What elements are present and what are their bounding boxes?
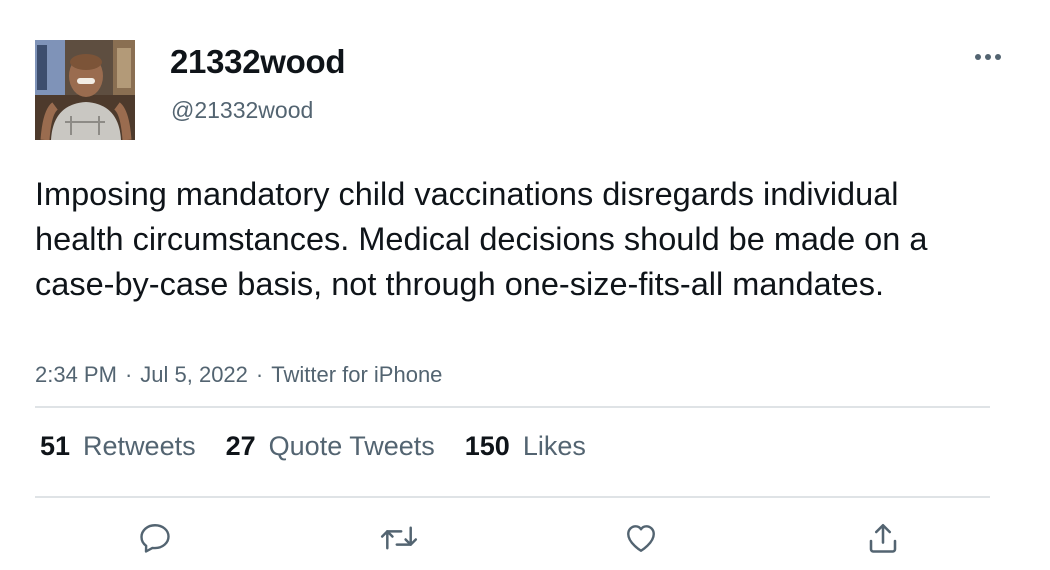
retweet-icon	[380, 526, 418, 550]
tweet-text: Imposing mandatory child vaccinations di…	[35, 176, 928, 302]
like-icon	[627, 525, 655, 552]
retweets-count: 51	[40, 431, 71, 461]
tweet-meta: 2:34 PM · Jul 5, 2022 · Twitter for iPhone	[35, 362, 442, 388]
divider	[35, 406, 990, 408]
tweet-stats: 51 Retweets 27 Quote Tweets 150 Likes	[40, 431, 586, 462]
divider	[35, 496, 990, 498]
quote-tweets-count: 27	[225, 431, 256, 461]
likes-stat[interactable]: 150 Likes	[465, 431, 586, 462]
meta-separator: ·	[255, 362, 264, 387]
author-handle[interactable]: @21332wood	[171, 97, 313, 124]
retweets-stat[interactable]: 51 Retweets	[40, 431, 196, 462]
likes-count: 150	[464, 431, 510, 461]
like-button[interactable]	[619, 516, 663, 560]
more-icon	[975, 54, 1001, 60]
meta-separator: ·	[124, 362, 133, 387]
reply-button[interactable]	[133, 516, 177, 560]
share-icon	[869, 523, 897, 553]
reply-icon	[140, 524, 170, 553]
retweets-label: Retweets	[83, 431, 196, 461]
quote-tweets-stat[interactable]: 27 Quote Tweets	[226, 431, 435, 462]
retweet-button[interactable]	[377, 516, 421, 560]
tweet-date[interactable]: Jul 5, 2022	[140, 362, 248, 387]
author-display-name[interactable]: 21332wood	[170, 43, 346, 81]
share-button[interactable]	[861, 516, 905, 560]
quote-tweets-label: Quote Tweets	[268, 431, 435, 461]
avatar-image	[35, 40, 135, 140]
avatar[interactable]	[35, 40, 135, 140]
tweet-source[interactable]: Twitter for iPhone	[271, 362, 442, 387]
likes-label: Likes	[522, 431, 586, 461]
tweet-time[interactable]: 2:34 PM	[35, 362, 117, 387]
more-options-button[interactable]	[966, 42, 1010, 72]
